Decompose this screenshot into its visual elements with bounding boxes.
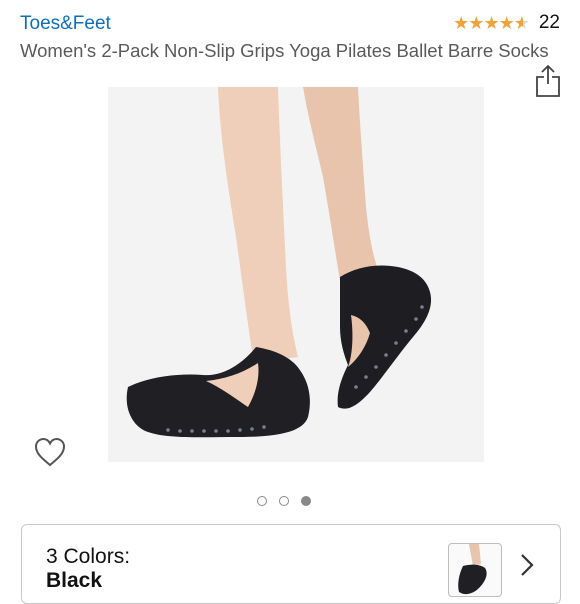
product-image[interactable] xyxy=(108,87,484,462)
star-icon: ★ xyxy=(498,13,515,33)
share-icon[interactable] xyxy=(535,64,561,98)
color-selector[interactable]: 3 Colors: Black xyxy=(21,524,561,604)
product-photo xyxy=(108,87,484,462)
carousel-dot[interactable] xyxy=(257,496,267,506)
review-count: 22 xyxy=(538,12,560,33)
heart-outline-icon[interactable] xyxy=(33,436,67,468)
star-rating: ★ ★ ★ ★ ★ xyxy=(453,12,530,34)
star-icon: ★ xyxy=(453,13,470,33)
star-icon: ★ xyxy=(483,13,500,33)
selected-color: Black xyxy=(46,569,103,592)
carousel-dot[interactable] xyxy=(279,496,289,506)
carousel-dot-active[interactable] xyxy=(301,496,311,506)
color-swatch[interactable] xyxy=(448,543,502,597)
chevron-right-icon[interactable] xyxy=(519,552,535,578)
half-star-icon: ★ xyxy=(513,13,530,33)
sock-thumbnail xyxy=(458,544,487,595)
rating-summary[interactable]: ★ ★ ★ ★ ★ 22 xyxy=(453,12,560,34)
product-title: Women's 2-Pack Non-Slip Grips Yoga Pilat… xyxy=(20,40,549,61)
color-count-label: 3 Colors: xyxy=(46,545,131,568)
star-icon: ★ xyxy=(468,13,485,33)
brand-link[interactable]: Toes&Feet xyxy=(20,13,111,35)
carousel-dots[interactable] xyxy=(257,496,311,506)
